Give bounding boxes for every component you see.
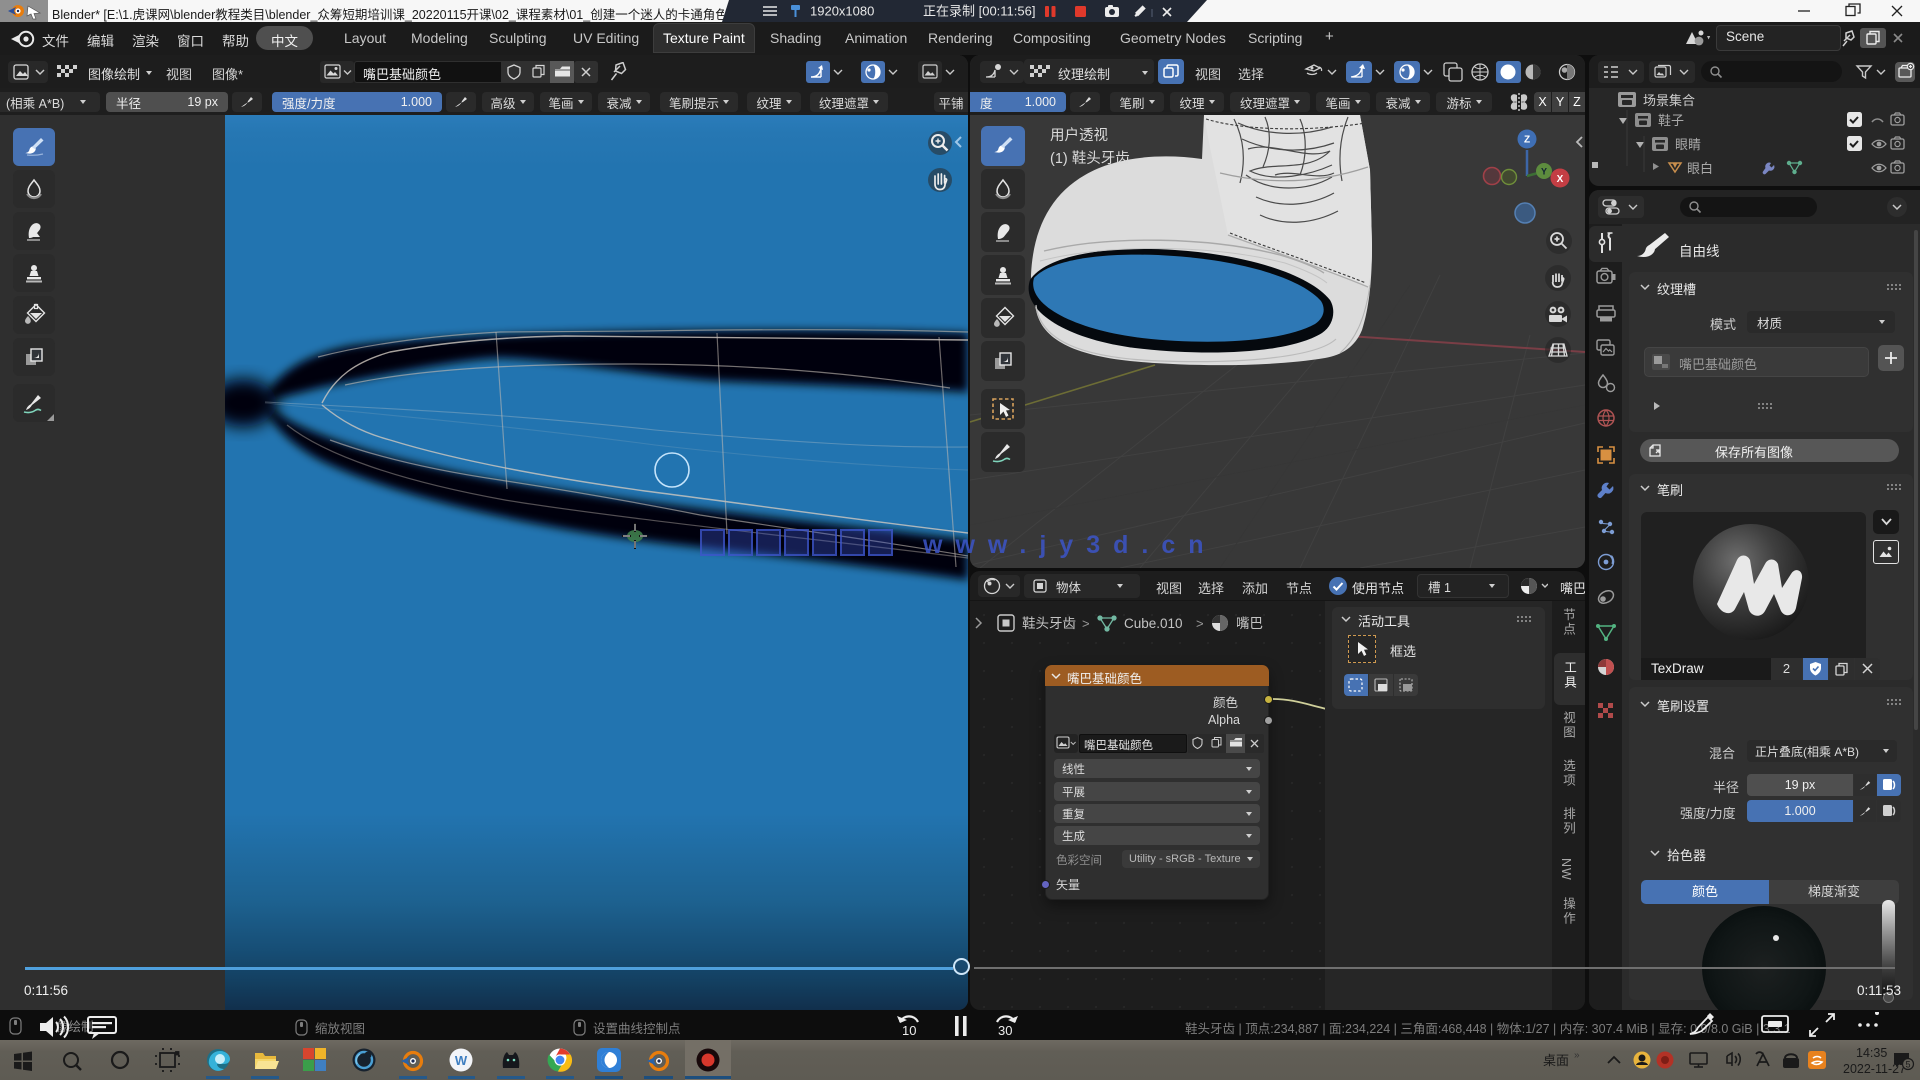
svg-text:»: » (1574, 1050, 1580, 1061)
svg-text:鞋子: 鞋子 (1658, 113, 1684, 128)
svg-text:桌面: 桌面 (1543, 1053, 1569, 1068)
svg-text:Z: Z (1524, 135, 1530, 146)
svg-text:5: 5 (1905, 1060, 1910, 1070)
svg-text:Cube.010: Cube.010 (1124, 616, 1183, 631)
svg-text:眼白: 眼白 (1687, 161, 1713, 176)
svg-text:嘴巴: 嘴巴 (1236, 616, 1263, 631)
svg-text:14:35: 14:35 (1856, 1046, 1887, 1060)
svg-text:>: > (1082, 616, 1090, 631)
svg-text:Y: Y (1541, 167, 1547, 177)
svg-text:>: > (1196, 616, 1204, 631)
svg-text:10: 10 (902, 1023, 916, 1038)
svg-text:(1) 鞋头牙齿: (1) 鞋头牙齿 (1050, 150, 1130, 167)
svg-text:W: W (455, 1053, 468, 1068)
svg-text:正在录制 [00:11:56]: 正在录制 [00:11:56] (923, 4, 1035, 19)
svg-text:用户透视: 用户透视 (1050, 127, 1108, 144)
svg-text:场景集合: 场景集合 (1643, 93, 1695, 108)
svg-text:1920x1080: 1920x1080 (810, 4, 874, 19)
svg-text:眼睛: 眼睛 (1675, 137, 1701, 152)
svg-text:X: X (1557, 174, 1564, 185)
svg-text:鞋头牙齿: 鞋头牙齿 (1022, 616, 1076, 631)
svg-text:30: 30 (998, 1023, 1012, 1038)
